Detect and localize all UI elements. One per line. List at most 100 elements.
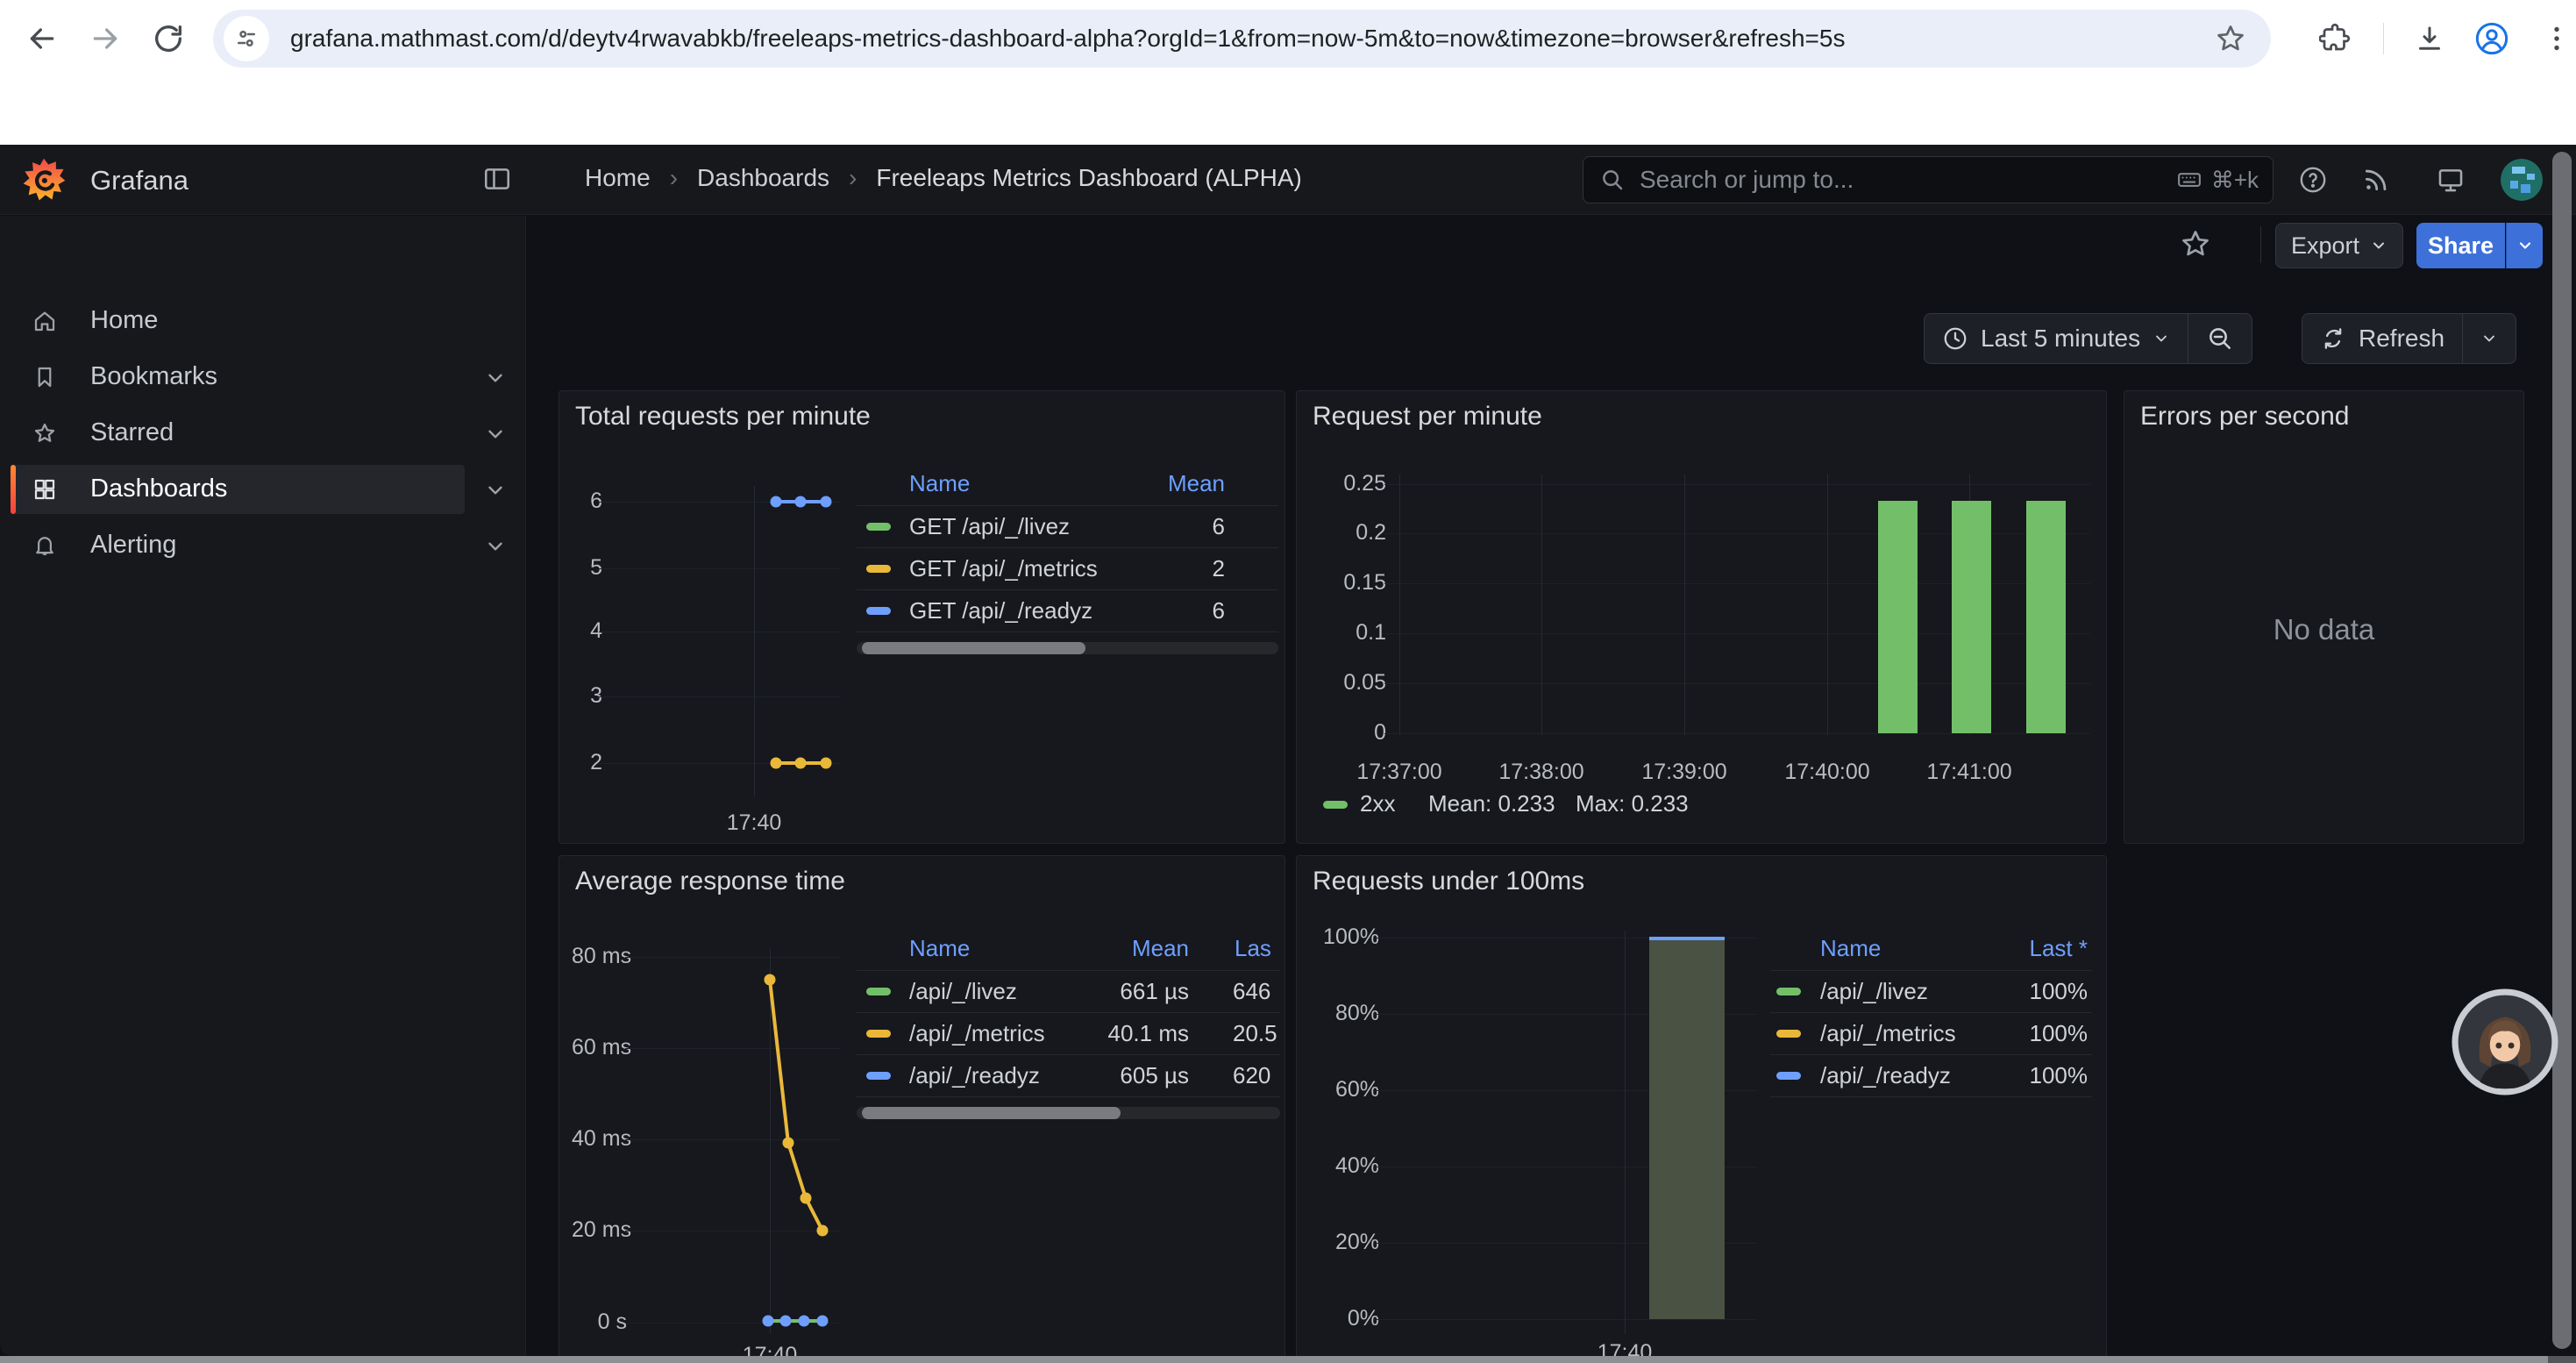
chevron-down-icon[interactable] (484, 367, 507, 389)
sidebar-item-starred[interactable]: Starred (0, 409, 526, 458)
share-label: Share (2428, 232, 2494, 260)
bookmarks-bar: Freeleaps 收藏博客 (0, 77, 2576, 145)
v-gridline (754, 486, 755, 796)
chevron-down-icon[interactable] (484, 423, 507, 446)
breadcrumb-home[interactable]: Home (585, 164, 651, 192)
legend-row-separator (1770, 1054, 2092, 1055)
legend-column-mean[interactable]: Mean (1168, 470, 1225, 497)
menu-kebab-icon[interactable] (2541, 23, 2572, 54)
time-range-control: Last 5 minutes (1924, 313, 2252, 364)
legend-series-name[interactable]: /api/_/readyz (1820, 1062, 1951, 1089)
legend-swatch[interactable] (1776, 1072, 1801, 1080)
legend-column-las[interactable]: Las (1235, 935, 1271, 962)
share-menu-button[interactable] (2506, 223, 2543, 268)
legend-series-name[interactable]: GET /api/_/readyz (909, 597, 1092, 624)
downloads-icon[interactable] (2414, 23, 2445, 54)
panel-title[interactable]: Request per minute (1313, 402, 1542, 432)
refresh-interval-button[interactable] (2462, 314, 2516, 363)
browser-chrome: grafana.mathmast.com/d/deytv4rwavabkb/fr… (0, 0, 2576, 145)
y-axis-tick-label: 3 (572, 683, 602, 709)
url-text[interactable]: grafana.mathmast.com/d/deytv4rwavabkb/fr… (290, 25, 1845, 53)
share-button[interactable]: Share (2416, 223, 2505, 268)
legend-column-name[interactable]: Name (909, 470, 970, 497)
legend-swatch[interactable] (1776, 988, 1801, 995)
h-gridline (625, 1323, 840, 1324)
y-axis-tick-label: 0.25 (1309, 471, 1386, 496)
sidebar-item-alerting[interactable]: Alerting (0, 521, 526, 570)
grafana-logo[interactable] (21, 157, 67, 203)
legend-column-name[interactable]: Name (909, 935, 970, 962)
back-icon[interactable] (25, 21, 60, 56)
legend-scrollbar[interactable] (862, 642, 1085, 654)
v-gridline (770, 948, 771, 1334)
y-axis-tick-label: 0.15 (1309, 570, 1386, 596)
chevron-down-icon[interactable] (484, 535, 507, 558)
zoom-out-icon (2206, 325, 2234, 353)
legend-swatch[interactable] (866, 988, 891, 995)
legend-row-separator (857, 1096, 1280, 1097)
legend-row-separator (857, 1054, 1280, 1055)
forward-icon[interactable] (88, 21, 123, 56)
panel-title[interactable]: Total requests per minute (575, 402, 871, 432)
address-bar[interactable]: grafana.mathmast.com/d/deytv4rwavabkb/fr… (213, 10, 2271, 68)
legend-series-name[interactable]: /api/_/livez (1820, 978, 1928, 1005)
legend-column-name[interactable]: Name (1820, 935, 1881, 962)
dock-menu-icon[interactable] (482, 164, 512, 194)
y-axis-tick-label: 0% (1309, 1306, 1379, 1331)
legend-series-name[interactable]: /api/_/metrics (909, 1020, 1045, 1047)
help-icon[interactable] (2298, 165, 2328, 195)
extensions-icon[interactable] (2319, 23, 2351, 54)
refresh-button[interactable]: Refresh (2302, 314, 2462, 363)
sidebar-item-home[interactable]: Home (0, 296, 526, 346)
sidebar-item-dashboards[interactable]: Dashboards (0, 465, 526, 514)
legend-stat: Max: 0.233 (1576, 790, 1689, 817)
horizontal-scrollbar[interactable] (0, 1356, 2548, 1363)
v-gridline (1625, 931, 1626, 1334)
monitor-icon[interactable] (2436, 165, 2466, 195)
no-data-text: No data (2274, 613, 2375, 646)
rss-icon[interactable] (2361, 165, 2391, 195)
user-avatar[interactable] (2501, 159, 2543, 201)
export-button[interactable]: Export (2275, 223, 2403, 268)
bookmark-star-icon[interactable] (2215, 23, 2246, 54)
legend-cell-value: 6 (1213, 597, 1225, 624)
site-settings-icon[interactable] (224, 16, 269, 61)
legend-swatch[interactable] (1323, 801, 1348, 809)
legend-series-name[interactable]: GET /api/_/livez (909, 513, 1070, 540)
search-input[interactable]: Search or jump to... ⌘+k (1583, 156, 2274, 203)
panel-title[interactable]: Requests under 100ms (1313, 867, 1584, 896)
reload-icon[interactable] (151, 21, 186, 56)
legend-series-name[interactable]: 2xx (1360, 790, 1395, 817)
time-range-picker[interactable]: Last 5 minutes (1925, 314, 2188, 363)
legend-series-name[interactable]: /api/_/livez (909, 978, 1017, 1005)
legend-cell-value: 620 (1233, 1062, 1270, 1089)
favorite-dashboard-star-icon[interactable] (2180, 228, 2211, 260)
floating-assistant-avatar[interactable] (2451, 988, 2558, 1095)
y-axis-tick-label: 100% (1309, 924, 1379, 950)
legend-scrollbar[interactable] (862, 1107, 1121, 1119)
chevron-down-icon[interactable] (484, 479, 507, 502)
refresh-control: Refresh (2302, 313, 2516, 364)
legend-column-last[interactable]: Last * (2030, 935, 2089, 962)
legend-series-name[interactable]: /api/_/readyz (909, 1062, 1040, 1089)
legend-swatch[interactable] (866, 523, 891, 531)
breadcrumb-dashboards[interactable]: Dashboards (697, 164, 829, 192)
profile-icon[interactable] (2474, 21, 2509, 56)
legend-swatch[interactable] (866, 1030, 891, 1038)
vertical-scrollbar[interactable] (2552, 152, 2572, 1349)
legend-column-mean[interactable]: Mean (1132, 935, 1189, 962)
panel-title[interactable]: Average response time (575, 867, 845, 896)
legend-swatch[interactable] (866, 1072, 891, 1080)
sidebar-item-bookmarks[interactable]: Bookmarks (0, 353, 526, 402)
panel-title[interactable]: Errors per second (2140, 402, 2349, 432)
legend-row-separator (857, 970, 1280, 971)
legend-swatch[interactable] (1776, 1030, 1801, 1038)
legend-row-separator (857, 505, 1278, 506)
legend-series-name[interactable]: GET /api/_/metrics (909, 555, 1098, 582)
legend-swatch[interactable] (866, 565, 891, 573)
y-axis-tick-label: 20 ms (572, 1217, 627, 1243)
zoom-out-button[interactable] (2188, 314, 2252, 363)
legend-series-name[interactable]: /api/_/metrics (1820, 1020, 1956, 1047)
legend-swatch[interactable] (866, 607, 891, 615)
sidebar-item-label: Dashboards (90, 475, 227, 503)
